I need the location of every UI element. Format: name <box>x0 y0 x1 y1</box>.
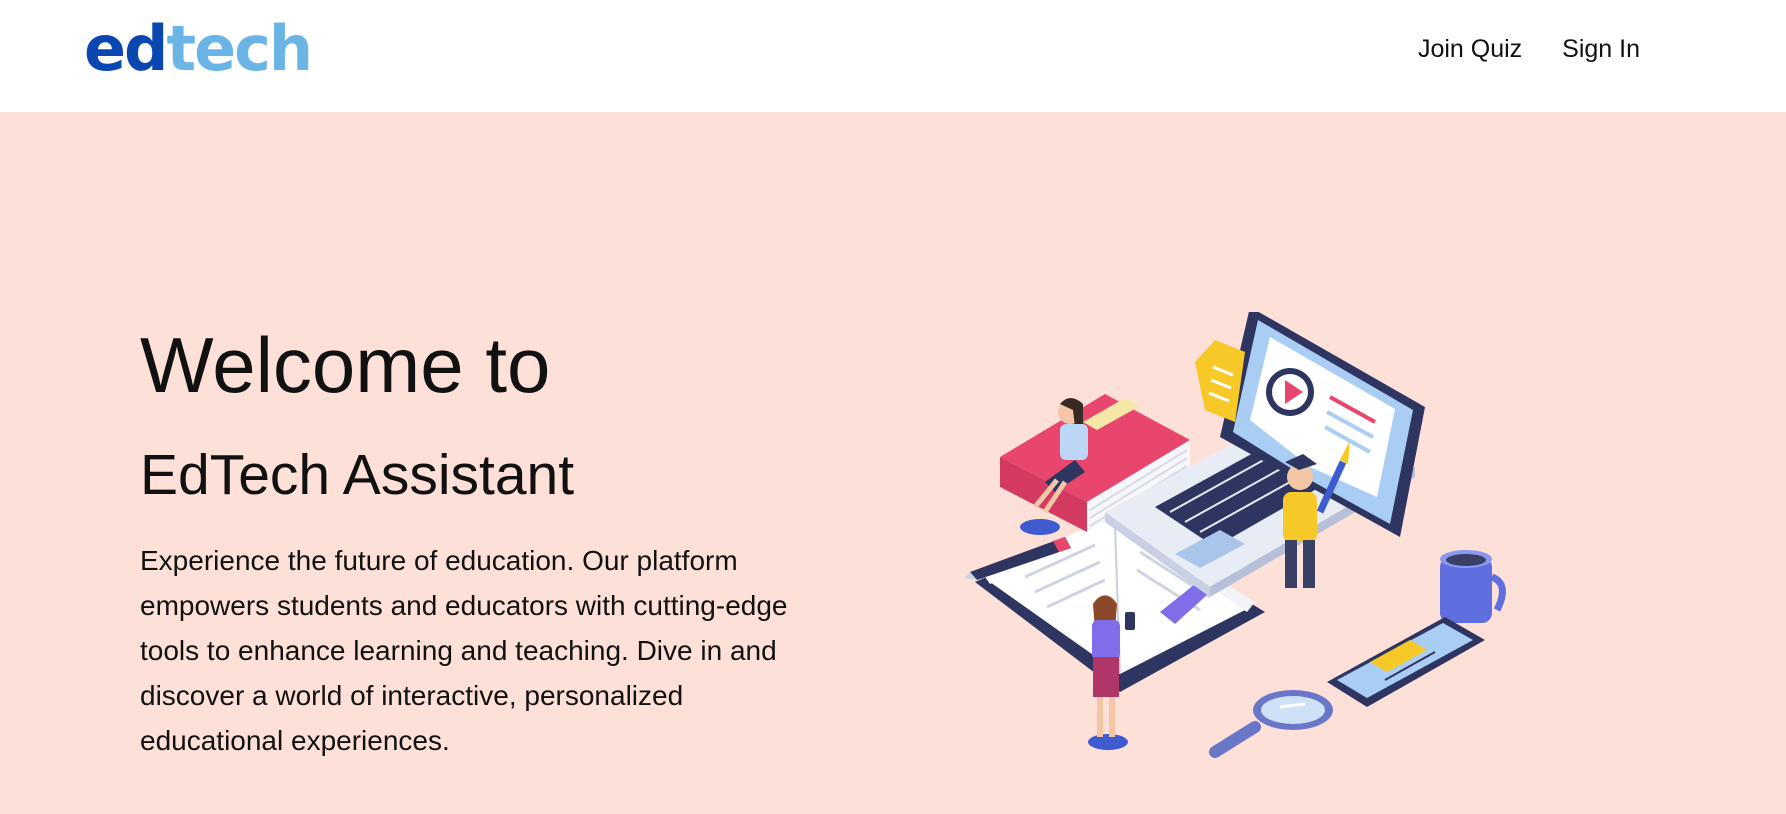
hero-description: Experience the future of education. Our … <box>140 545 788 756</box>
magnifier-illustration <box>1209 690 1333 758</box>
sign-in-link[interactable]: Sign In <box>1562 33 1640 65</box>
mug-illustration <box>1440 550 1506 623</box>
top-navbar: edtech Join Quiz Sign In <box>0 0 1786 112</box>
join-quiz-link[interactable]: Join Quiz <box>1418 33 1522 65</box>
education-illustration <box>965 312 1506 758</box>
logo-part-ed: ed <box>84 12 168 85</box>
edtech-logo[interactable]: edtech <box>84 12 313 85</box>
hero-subtitle: EdTech Assistant <box>140 443 575 507</box>
phone-illustration <box>1327 617 1485 707</box>
logo-part-tech: tech <box>166 12 313 85</box>
nav-links: Join Quiz Sign In <box>1418 33 1640 65</box>
hero-title: Welcome to <box>140 321 551 409</box>
